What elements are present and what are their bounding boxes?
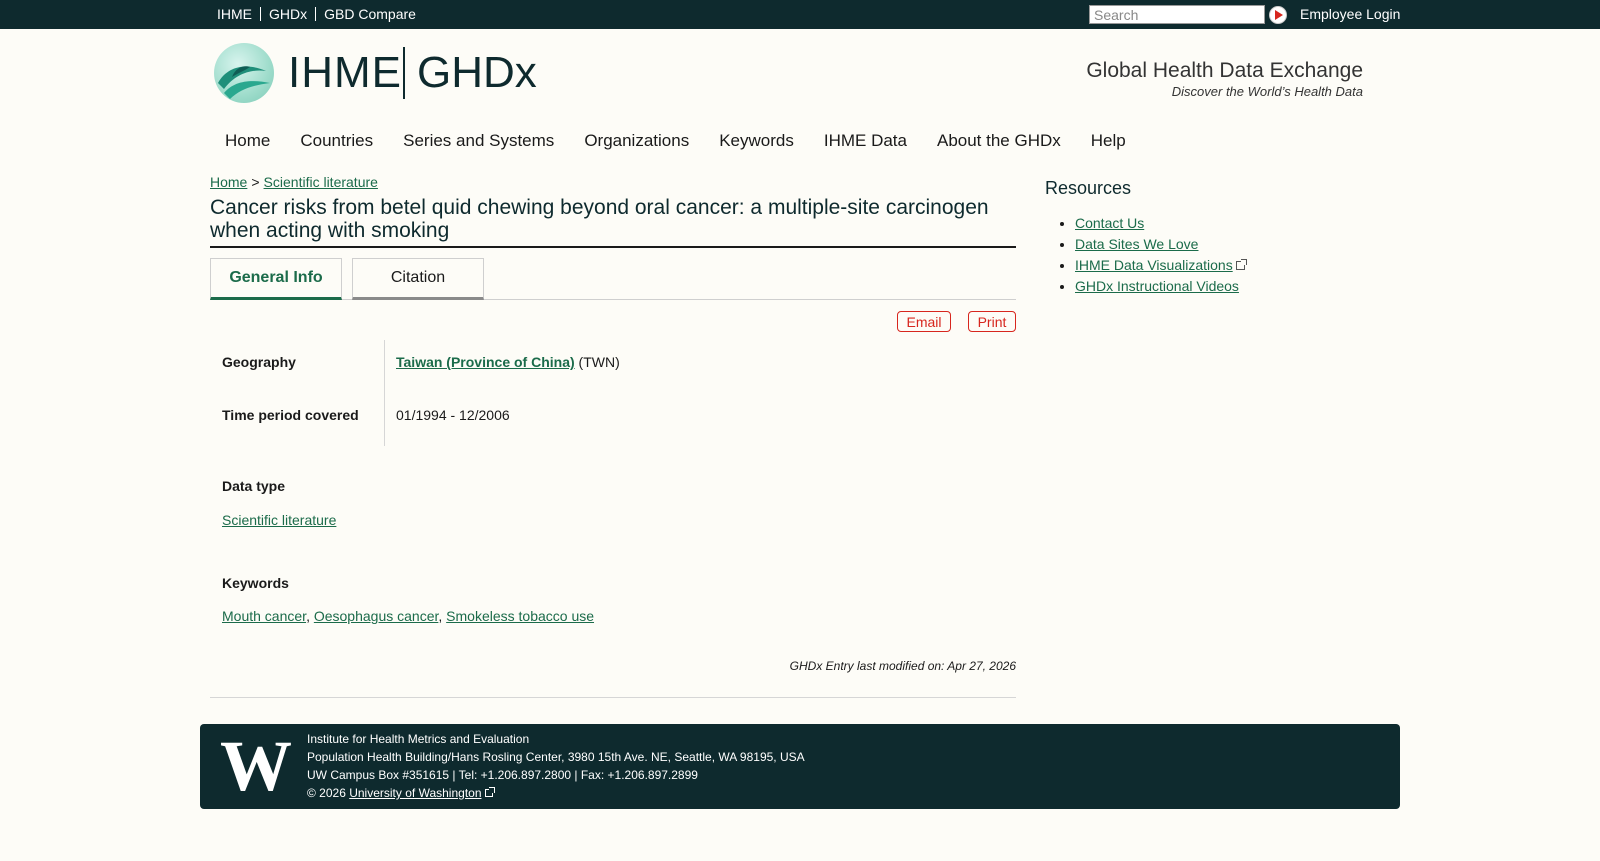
tab-bar: General Info Citation	[210, 258, 1016, 300]
nav-countries[interactable]: Countries	[300, 131, 373, 151]
external-link-icon	[1235, 259, 1247, 270]
uw-logo-letter: W	[220, 736, 292, 794]
uw-link[interactable]: University of Washington	[349, 786, 481, 800]
breadcrumb: Home > Scientific literature	[210, 174, 378, 190]
resources-heading: Resources	[1045, 178, 1132, 198]
resource-videos[interactable]: GHDx Instructional Videos	[1075, 278, 1239, 294]
geography-value: Taiwan (Province of China) (TWN)	[396, 354, 620, 370]
content-divider	[210, 697, 1016, 698]
site-subtagline: Discover the World’s Health Data	[1171, 84, 1363, 99]
geography-link[interactable]: Taiwan (Province of China)	[396, 354, 575, 370]
top-link-ghdx[interactable]: GHDx	[269, 6, 307, 22]
search-input[interactable]	[1089, 5, 1265, 24]
resources-list: Contact Us Data Sites We Love IHME Data …	[1075, 214, 1247, 298]
footer: W Institute for Health Metrics and Evalu…	[200, 724, 1400, 809]
last-modified: GHDx Entry last modified on: Apr 27, 202…	[789, 659, 1016, 673]
footer-address: Population Health Building/Hans Rosling …	[307, 750, 805, 764]
nav-home[interactable]: Home	[225, 131, 270, 151]
time-period-label: Time period covered	[222, 407, 359, 423]
data-type-label: Data type	[222, 478, 286, 494]
keywords-label: Keywords	[222, 575, 289, 591]
resource-data-sites[interactable]: Data Sites We Love	[1075, 236, 1198, 252]
footer-copyright: © 2026	[307, 786, 346, 800]
keyword-link[interactable]: Mouth cancer	[222, 608, 306, 624]
field-divider	[384, 340, 385, 446]
nav-ihme-data[interactable]: IHME Data	[824, 131, 907, 151]
email-button[interactable]: Email	[897, 311, 951, 332]
breadcrumb-section[interactable]: Scientific literature	[264, 174, 378, 190]
nav-organizations[interactable]: Organizations	[584, 131, 689, 151]
site-tagline: Global Health Data Exchange	[1086, 59, 1363, 82]
footer-copyright-line: © 2026 University of Washington	[307, 784, 805, 802]
time-period-value: 01/1994 - 12/2006	[396, 407, 510, 423]
top-link-ihme[interactable]: IHME	[217, 6, 252, 22]
data-type-value: Scientific literature	[222, 512, 336, 528]
footer-org: Institute for Health Metrics and Evaluat…	[307, 732, 530, 746]
divider	[260, 7, 261, 21]
logo-ghdx-text[interactable]: GHDx	[417, 50, 537, 96]
list-item: Contact Us	[1075, 214, 1245, 235]
logo-ihme-text[interactable]: IHME	[288, 50, 402, 96]
search-submit-icon[interactable]	[1269, 6, 1287, 24]
top-links: IHME GHDx GBD Compare	[217, 6, 416, 22]
list-item: GHDx Instructional Videos	[1075, 277, 1245, 298]
page-title: Cancer risks from betel quid chewing bey…	[210, 196, 1016, 248]
external-link-icon	[484, 787, 495, 797]
tab-general-info[interactable]: General Info	[210, 258, 342, 300]
data-type-link[interactable]: Scientific literature	[222, 512, 336, 528]
employee-login-link[interactable]: Employee Login	[1300, 6, 1400, 22]
breadcrumb-home[interactable]: Home	[210, 174, 247, 190]
nav-about-ghdx[interactable]: About the GHDx	[937, 131, 1061, 151]
list-item: Data Sites We Love	[1075, 235, 1245, 256]
breadcrumb-separator: >	[251, 174, 260, 190]
resource-contact-us[interactable]: Contact Us	[1075, 215, 1144, 231]
main-nav: Home Countries Series and Systems Organi…	[225, 131, 1156, 151]
footer-text: Institute for Health Metrics and Evaluat…	[307, 730, 805, 802]
ihme-logo-icon[interactable]	[214, 43, 274, 103]
nav-series-and-systems[interactable]: Series and Systems	[403, 131, 554, 151]
geography-label: Geography	[222, 354, 296, 370]
top-link-gbd-compare[interactable]: GBD Compare	[324, 6, 416, 22]
nav-keywords[interactable]: Keywords	[719, 131, 794, 151]
list-item: IHME Data Visualizations	[1075, 256, 1247, 277]
logo-divider	[403, 47, 405, 99]
divider	[315, 7, 317, 21]
print-button[interactable]: Print	[968, 311, 1016, 332]
footer-contact: UW Campus Box #351615 | Tel: +1.206.897.…	[307, 768, 698, 782]
uw-logo-icon[interactable]: W	[215, 736, 297, 794]
tab-citation[interactable]: Citation	[352, 258, 484, 300]
nav-help[interactable]: Help	[1091, 131, 1126, 151]
keyword-link[interactable]: Smokeless tobacco use	[446, 608, 594, 624]
keyword-link[interactable]: Oesophagus cancer	[314, 608, 439, 624]
resource-ihme-viz[interactable]: IHME Data Visualizations	[1075, 257, 1233, 273]
keywords-list: Mouth cancer, Oesophagus cancer, Smokele…	[222, 608, 595, 624]
geography-code: (TWN)	[578, 354, 620, 370]
top-bar: IHME GHDx GBD Compare Employee Login	[0, 0, 1600, 29]
